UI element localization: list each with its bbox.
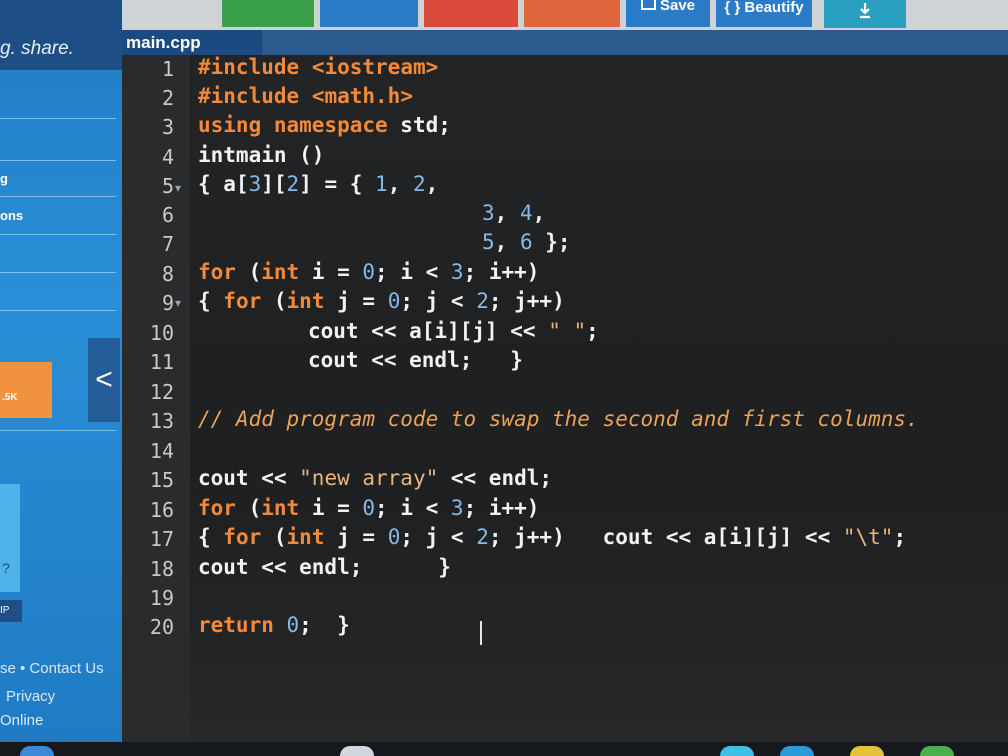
download-button[interactable] <box>824 0 906 28</box>
line-number: 12 <box>149 380 174 404</box>
collapse-sidebar-button[interactable]: < <box>88 338 120 422</box>
divider <box>0 310 116 311</box>
line-number: 20 <box>149 615 174 639</box>
line-number: 14 <box>149 439 174 463</box>
divider <box>0 196 116 197</box>
line-number: 9 <box>161 291 174 315</box>
site-tagline: g. share. <box>0 38 74 59</box>
text-cursor <box>480 621 482 645</box>
line-number: 2 <box>161 86 174 110</box>
line-number: 15 <box>149 468 174 492</box>
code-line[interactable]: return 0; } <box>198 613 350 637</box>
divider <box>0 430 116 431</box>
beautify-button[interactable]: { } Beautify <box>716 0 812 27</box>
tab-bar: main.cpp <box>122 30 1008 55</box>
code-line[interactable]: cout << endl; } <box>308 348 523 372</box>
download-icon <box>860 3 870 19</box>
help-icon[interactable]: ? <box>2 560 10 576</box>
stop-button[interactable] <box>424 0 518 27</box>
code-line[interactable]: cout << "new array" << endl; <box>198 466 552 490</box>
count-badge: .5K <box>0 362 52 418</box>
code-line[interactable]: intmain () <box>198 143 324 167</box>
line-number: 16 <box>149 498 174 522</box>
footer-contact-link[interactable]: se • Contact Us <box>0 660 104 677</box>
line-number: 11 <box>149 350 174 374</box>
code-line[interactable]: { for (int j = 0; j < 2; j++) <box>198 289 565 313</box>
line-number: 17 <box>149 527 174 551</box>
line-number: 4 <box>161 145 174 169</box>
code-editor[interactable]: ▾ ▾ 1 #include <iostream> 2 #include <ma… <box>122 55 1008 742</box>
code-line[interactable]: #include <math.h> <box>198 84 413 108</box>
footer-online-text: Online <box>0 712 44 729</box>
code-line[interactable]: { for (int j = 0; j < 2; j++) cout << a[… <box>198 525 906 549</box>
line-number: 5 <box>161 174 174 198</box>
code-line[interactable]: { a[3][2] = { 1, 2, <box>198 172 438 196</box>
code-line[interactable]: cout << endl; } <box>198 555 451 579</box>
sidebar: g. share. g ons .5K < ? IP se • Contact … <box>0 0 122 742</box>
toolbar: Save { } Beautify <box>122 0 1008 30</box>
taskbar-app-icon[interactable] <box>720 746 754 756</box>
divider <box>0 118 116 119</box>
line-number: 19 <box>149 586 174 610</box>
save-button[interactable]: Save <box>626 0 710 27</box>
tab-main-cpp[interactable]: main.cpp <box>122 30 262 55</box>
line-number: 18 <box>149 557 174 581</box>
divider <box>0 160 116 161</box>
code-line[interactable]: cout << a[i][j] << " "; <box>308 319 599 343</box>
taskbar-app-icon[interactable] <box>20 746 54 756</box>
line-number: 10 <box>149 321 174 345</box>
code-comment[interactable]: // Add program code to swap the second a… <box>198 407 919 431</box>
code-line[interactable]: for (int i = 0; i < 3; i++) <box>198 496 539 520</box>
code-line[interactable]: #include <iostream> <box>198 55 438 79</box>
fold-arrow-icon[interactable]: ▾ <box>175 181 181 195</box>
fold-arrow-icon[interactable]: ▾ <box>175 296 181 310</box>
code-line[interactable]: 3, 4, <box>482 201 545 225</box>
code-line[interactable]: for (int i = 0; i < 3; i++) <box>198 260 539 284</box>
code-line[interactable]: 5, 6 }; <box>482 230 571 254</box>
help-panel: ? <box>0 484 20 592</box>
divider <box>0 272 116 273</box>
code-line[interactable]: using namespace std; <box>198 113 451 137</box>
taskbar-app-icon[interactable] <box>920 746 954 756</box>
debug-button[interactable] <box>320 0 418 27</box>
line-number: 8 <box>161 262 174 286</box>
share-button[interactable] <box>524 0 620 27</box>
taskbar-app-icon[interactable] <box>340 746 374 756</box>
footer-privacy-link[interactable]: Privacy <box>6 688 55 705</box>
taskbar-app-icon[interactable] <box>850 746 884 756</box>
line-number: 3 <box>161 115 174 139</box>
tag-badge: IP <box>0 600 22 622</box>
sidebar-item-partial-2[interactable]: ons <box>0 208 23 223</box>
run-button[interactable] <box>222 0 314 27</box>
save-icon <box>640 0 656 10</box>
line-number: 7 <box>161 232 174 256</box>
line-number: 13 <box>149 409 174 433</box>
line-number: 6 <box>161 203 174 227</box>
taskbar-app-icon[interactable] <box>780 746 814 756</box>
line-number: 1 <box>161 57 174 81</box>
divider <box>0 234 116 235</box>
sidebar-item-partial[interactable]: g <box>0 171 8 186</box>
